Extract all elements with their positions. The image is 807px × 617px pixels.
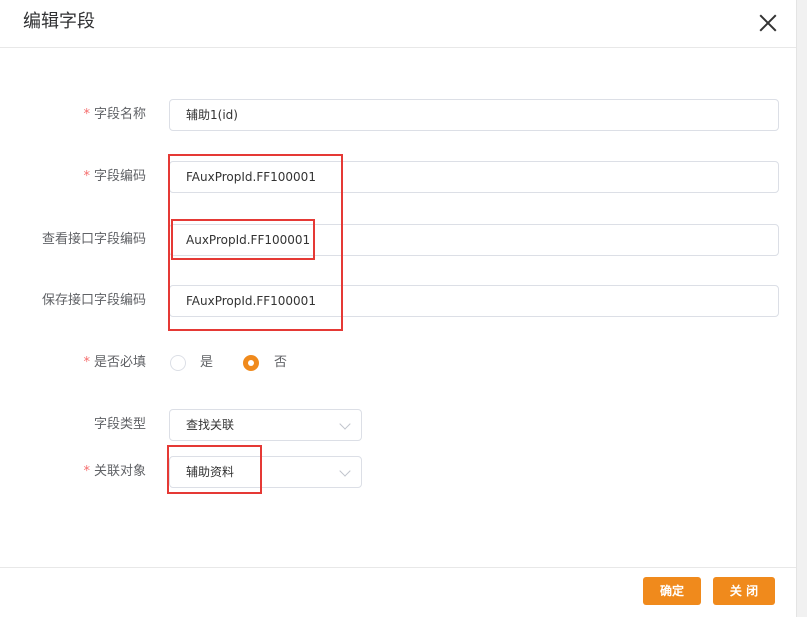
field-code-label: * 字段编码 [83,169,146,184]
field-type-label: 字段类型 [93,417,146,432]
required-no-label[interactable]: 否 [274,355,287,371]
edit-field-dialog: 编辑字段 * 字段名称 辅助1(id) * 字段编码 FAuxPropId.FF10… [0,0,796,617]
field-type-select[interactable]: 查找关联 [169,409,362,441]
required-mark: * [83,464,90,479]
related-object-select[interactable]: 辅助资料 [169,456,362,488]
save-api-code-input[interactable]: FAuxPropId.FF100001 [169,285,779,317]
related-object-value: 辅助资料 [186,465,235,479]
required-yes-radio[interactable] [170,355,186,371]
required-no-radio[interactable] [243,355,259,371]
required-label: * 是否必填 [83,355,146,370]
scrollbar[interactable] [796,0,807,617]
dialog-header: 编辑字段 [0,0,796,48]
chevron-down-icon [339,465,351,477]
view-api-code-label: 查看接口字段编码 [41,232,146,247]
field-name-input[interactable]: 辅助1(id) [169,99,779,131]
required-mark: * [83,107,90,122]
required-mark: * [83,169,90,184]
close-icon[interactable] [757,12,779,34]
related-object-label: * 关联对象 [83,464,146,479]
field-name-label: * 字段名称 [83,107,146,122]
field-code-input[interactable]: FAuxPropId.FF100001 [169,161,779,193]
save-api-code-label: 保存接口字段编码 [41,293,146,308]
chevron-down-icon [339,418,351,430]
confirm-button[interactable]: 确定 [643,577,701,605]
field-type-value: 查找关联 [186,418,235,432]
dialog-title: 编辑字段 [23,11,95,32]
close-button[interactable]: 关 闭 [713,577,775,605]
required-yes-label[interactable]: 是 [200,355,213,371]
required-mark: * [83,355,90,370]
view-api-code-input[interactable]: AuxPropId.FF100001 [169,224,779,256]
